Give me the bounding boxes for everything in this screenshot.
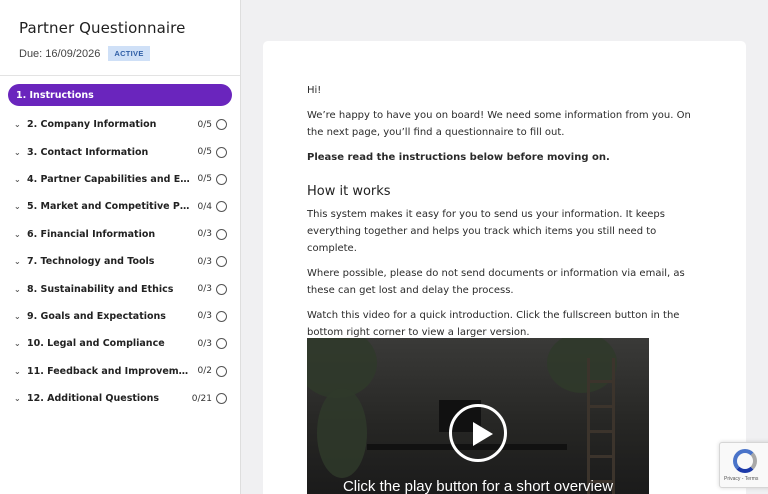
nav-item-legal-compliance[interactable]: ⌄ 10. Legal and Compliance 0/3 [0,330,240,357]
nav-item-sustainability-ethics[interactable]: ⌄ 8. Sustainability and Ethics 0/3 [0,275,240,302]
section-heading: How it works [307,184,391,199]
due-date: Due: 16/09/2026 [19,47,101,60]
instructions-content: Hi! We’re happy to have you on board! We… [307,82,707,349]
paragraph-video: Watch this video for a quick introductio… [307,310,680,338]
chevron-down-icon[interactable]: ⌄ [14,175,24,184]
chevron-down-icon[interactable]: ⌄ [14,202,24,211]
recaptcha-links[interactable]: Privacy - Terms [724,476,758,482]
video-caption: Click the play button for a short overvi… [342,478,614,494]
nav-item-label: 12. Additional Questions [27,393,160,405]
paragraph-system: This system makes it easy for you to sen… [307,209,665,254]
nav-item-feedback-improvements[interactable]: ⌄ 11. Feedback and Improvements 0/2 [0,358,240,385]
nav-item-label: 8. Sustainability and Ethics [27,283,174,295]
progress-count: 0/5 [197,174,212,185]
status-circle-icon [216,119,227,131]
nav-item-label: 2. Company Information [27,119,157,131]
progress-count: 0/4 [197,201,212,212]
chevron-down-icon[interactable]: ⌄ [14,312,24,321]
nav-item-partner-capabilities[interactable]: ⌄ 4. Partner Capabilities and Expert... … [0,166,240,193]
sidebar: Partner Questionnaire Due: 16/09/2026 AC… [0,0,241,494]
status-circle-icon [216,256,227,268]
nav-item-market-position[interactable]: ⌄ 5. Market and Competitive Positio... 0… [0,193,240,220]
progress-count: 0/5 [197,147,212,158]
plant-shape [317,388,367,478]
nav-item-goals-expectations[interactable]: ⌄ 9. Goals and Expectations 0/3 [0,303,240,330]
status-circle-icon [216,310,227,322]
progress-count: 0/3 [197,256,212,267]
status-circle-icon [216,201,227,213]
intro-text: We’re happy to have you on board! We nee… [307,110,691,138]
chevron-down-icon[interactable]: ⌄ [14,339,24,348]
nav-item-label: 11. Feedback and Improvements [27,365,194,377]
recaptcha-badge[interactable]: Privacy - Terms [719,442,768,488]
status-circle-icon [216,283,227,295]
progress-count: 0/3 [197,338,212,349]
status-circle-icon [216,393,227,405]
status-circle-icon [216,173,227,185]
chevron-down-icon[interactable]: ⌄ [14,230,24,239]
chevron-down-icon[interactable]: ⌄ [14,120,24,129]
progress-count: 0/3 [197,284,212,295]
nav-item-label: 3. Contact Information [27,146,149,158]
instruction-bold-text: Please read the instructions below befor… [307,152,610,163]
progress-count: 0/3 [197,229,212,240]
nav-item-technology-tools[interactable]: ⌄ 7. Technology and Tools 0/3 [0,248,240,275]
paragraph-email: Where possible, please do not send docum… [307,268,685,296]
nav-item-instructions[interactable]: 1. Instructions [8,84,232,106]
recaptcha-icon [733,449,757,473]
progress-count: 0/3 [197,311,212,322]
status-badge: ACTIVE [108,46,150,61]
page-title: Partner Questionnaire [19,19,186,37]
progress-count: 0/2 [197,366,212,377]
nav-item-label: 10. Legal and Compliance [27,338,165,350]
nav-item-additional-questions[interactable]: ⌄ 12. Additional Questions 0/21 [0,385,240,412]
nav-item-label: 9. Goals and Expectations [27,310,166,322]
chevron-down-icon[interactable]: ⌄ [14,285,24,294]
chevron-down-icon[interactable]: ⌄ [14,367,24,376]
nav-item-financial-information[interactable]: ⌄ 6. Financial Information 0/3 [0,221,240,248]
chevron-down-icon[interactable]: ⌄ [14,394,24,403]
status-circle-icon [216,146,227,158]
nav-item-label: 5. Market and Competitive Positio... [27,201,194,213]
section-nav: 1. Instructions ⌄ 2. Company Information… [0,76,240,412]
status-circle-icon [216,338,227,350]
status-circle-icon [216,365,227,377]
nav-item-contact-information[interactable]: ⌄ 3. Contact Information 0/5 [0,138,240,165]
chevron-down-icon[interactable]: ⌄ [14,148,24,157]
play-button-icon[interactable] [449,404,507,462]
sidebar-header: Partner Questionnaire Due: 16/09/2026 AC… [0,0,240,76]
status-circle-icon [216,228,227,240]
nav-item-company-information[interactable]: ⌄ 2. Company Information 0/5 [0,111,240,138]
intro-video[interactable]: Click the play button for a short overvi… [307,338,649,494]
ladder-shape [587,358,615,494]
due-row: Due: 16/09/2026 ACTIVE [19,46,240,61]
progress-count: 0/5 [197,119,212,130]
progress-count: 0/21 [191,393,212,404]
greeting-text: Hi! [307,85,322,96]
nav-item-label: 6. Financial Information [27,228,156,240]
chevron-down-icon[interactable]: ⌄ [14,257,24,266]
nav-item-label: 4. Partner Capabilities and Expert... [27,173,194,185]
nav-item-label: 1. Instructions [16,89,94,101]
nav-item-label: 7. Technology and Tools [27,256,155,268]
